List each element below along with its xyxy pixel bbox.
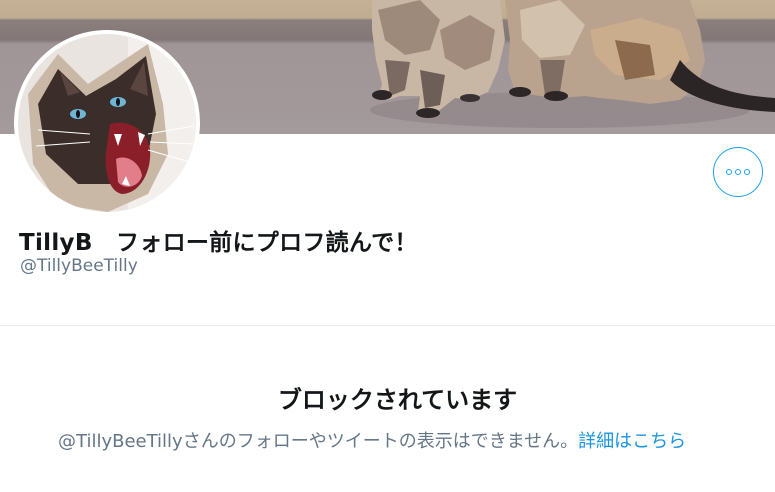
blocked-title: ブロックされています xyxy=(277,386,518,414)
blocked-description: @TillyBeeTillyさんのフォローやツイートの表示はできません。詳細はこ… xyxy=(58,427,768,453)
more-horizontal-icon xyxy=(726,169,732,175)
blocked-description-text: @TillyBeeTillyさんのフォローやツイートの表示はできません。 xyxy=(58,431,579,452)
more-horizontal-icon xyxy=(744,169,750,175)
cat-avatar-image xyxy=(18,34,196,212)
more-options-button[interactable] xyxy=(713,147,763,197)
profile-handle: @TillyBeeTilly xyxy=(20,256,138,276)
profile-avatar[interactable] xyxy=(14,30,200,216)
section-divider xyxy=(0,325,775,326)
learn-more-link[interactable]: 詳細はこちら xyxy=(578,431,686,452)
more-horizontal-icon xyxy=(735,169,741,175)
profile-display-name: TillyB フォロー前にプロフ読んで！ xyxy=(19,230,418,256)
